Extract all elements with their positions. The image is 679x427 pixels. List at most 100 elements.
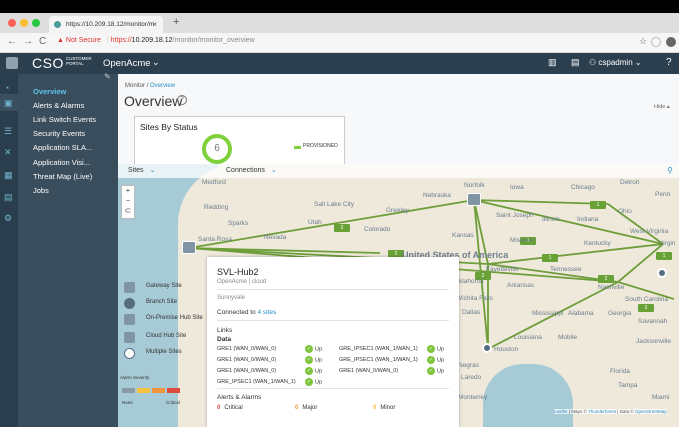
map-label: Nevada — [264, 234, 287, 241]
new-tab-button[interactable]: + — [173, 16, 179, 28]
bar-chart-icon[interactable]: ▥ — [548, 57, 557, 68]
reload-icon[interactable]: C — [39, 36, 46, 47]
user-menu[interactable]: ⚇ cspadmin ⌄ — [589, 58, 642, 67]
map-label: Florida — [610, 368, 630, 375]
legend-gateway-label: Gateway Site — [146, 283, 182, 289]
back-icon[interactable]: ← — [7, 36, 17, 47]
url-field[interactable]: ▲ Not Secure | https://10.209.18.12/moni… — [57, 37, 255, 44]
reset-view-icon[interactable]: ⊂ — [122, 206, 134, 216]
sidebar: Overview Alerts & Alarms › Link Switch E… — [18, 74, 125, 427]
attribution-sep2: | Data © — [617, 409, 634, 414]
legend-cloud: Cloud Hub Site — [120, 332, 210, 346]
sdwan-icon[interactable]: ✕ — [4, 147, 12, 158]
configuration-icon[interactable]: ▦ — [4, 170, 13, 181]
major-count: 0 — [295, 405, 299, 411]
zoom-out-button[interactable]: − — [122, 196, 134, 206]
forward-icon[interactable]: → — [23, 36, 33, 47]
url-host: 10.209.18.12 — [131, 37, 173, 44]
devices-icon[interactable]: ☰ — [4, 126, 12, 137]
sites-donut[interactable]: 6 — [202, 134, 232, 164]
link-badge[interactable]: 1 — [542, 254, 558, 262]
sites-dropdown[interactable]: Sites ⌄ — [128, 166, 155, 174]
dashboard-icon[interactable]: ◔ — [4, 83, 9, 93]
minimize-window-button[interactable] — [20, 19, 28, 27]
map-search-icon[interactable]: ⚲ — [667, 166, 673, 175]
link-badge[interactable]: 2 — [638, 304, 654, 312]
page-title: Overview — [124, 93, 183, 109]
link-badge[interactable]: 2 — [334, 224, 350, 232]
sidebar-item-alerts[interactable]: Alerts & Alarms — [33, 101, 84, 110]
map-label: Dallas — [462, 309, 481, 316]
user-icon: ⚇ — [589, 58, 599, 67]
hide-toggle[interactable]: Hide ▴ — [654, 104, 670, 110]
monitor-icon[interactable]: ▣ — [4, 98, 13, 109]
link-badge[interactable]: 1 — [590, 201, 606, 209]
sidebar-item-threat-map[interactable]: Threat Map (Live) — [33, 172, 92, 181]
link-badge[interactable]: 1 — [656, 252, 672, 260]
profile-icon[interactable] — [666, 37, 676, 47]
leaflet-link[interactable]: Leaflet — [554, 409, 568, 414]
link-name: GRE1 (WAN_0/WAN_0) — [217, 368, 277, 375]
link-row: GRE_IPSEC1 (WAN_1/WAN_1) ✓ Up — [339, 356, 444, 364]
map-label: Jacksonville — [636, 338, 672, 345]
extension-icon[interactable] — [651, 37, 661, 47]
minor-label: Minor — [380, 405, 396, 411]
tab-title: https://10.209.18.12/monitor/m — [66, 21, 155, 28]
connected-sites-link[interactable]: 4 sites — [257, 309, 276, 316]
map-label: Norfolk — [464, 182, 485, 189]
browser-tab[interactable]: https://10.209.18.12/monitor/m × — [49, 16, 163, 33]
link-row: GRE1 (WAN_0/WAN_0) ✓ Up — [217, 367, 322, 375]
map-label: Detroit — [620, 179, 640, 186]
cso-logo-text: CSO — [32, 55, 64, 71]
warning-icon: ▲ — [57, 37, 64, 44]
notes-icon[interactable]: ▤ — [571, 57, 580, 68]
link-badge[interactable]: 2 — [598, 275, 614, 283]
map-label: Louisiana — [514, 334, 542, 341]
map-label: Miami — [652, 394, 670, 401]
close-window-button[interactable] — [8, 19, 16, 27]
map-label: Salt Lake City — [314, 201, 355, 208]
app-logo-icon — [6, 57, 18, 69]
branch-site-marker-houston[interactable] — [482, 343, 492, 353]
gateway-hub-marker-central[interactable] — [467, 193, 481, 206]
tenant-chevron-down-icon[interactable]: ⌄ — [152, 57, 160, 68]
divider — [217, 289, 449, 290]
map-label: Chicago — [571, 184, 595, 191]
popup-title: SVL-Hub2 — [217, 267, 259, 277]
status-ok-icon: ✓ — [427, 367, 435, 375]
gateway-hub-marker-west[interactable] — [182, 241, 196, 254]
sidebar-item-jobs[interactable]: Jobs — [33, 186, 49, 195]
bookmark-star-icon[interactable]: ☆ — [639, 36, 647, 47]
tenant-selector[interactable]: OpenAcme — [103, 58, 151, 69]
link-name: GRE1 (WAN_0/WAN_0) — [217, 357, 277, 364]
connections-dropdown-label: Connections — [226, 167, 265, 174]
branch-site-marker-southeast[interactable] — [657, 268, 667, 278]
thunderforest-link[interactable]: Thunderforest — [588, 409, 616, 414]
status-ok-icon: ✓ — [305, 345, 313, 353]
maximize-window-button[interactable] — [32, 19, 40, 27]
sidebar-item-security-events[interactable]: Security Events — [33, 129, 85, 138]
severity-critical-swatch — [167, 388, 180, 393]
legend-branch-label: Branch Site — [146, 299, 178, 305]
help-icon[interactable]: ? — [666, 57, 672, 68]
map-label: Colorado — [364, 226, 391, 233]
map-label: Mobile — [558, 334, 578, 341]
map-label: Mississippi — [532, 310, 564, 317]
icon-rail: ◔ ▣ ☰ ✕ ▦ ▤ ⚙ — [0, 74, 18, 427]
site-popup: SVL-Hub2 OpenAcme | cloud Sunnyvale Conn… — [207, 257, 459, 427]
breadcrumb-monitor[interactable]: Monitor — [125, 83, 145, 89]
pin-icon[interactable]: ✎ — [104, 72, 111, 81]
sidebar-item-app-sla[interactable]: Application SLA... — [33, 143, 92, 152]
alarms-heading: Alerts & Alarms — [217, 394, 262, 401]
connections-dropdown[interactable]: Connections ⌄ — [226, 166, 277, 174]
osm-link[interactable]: OpenStreetMap — [635, 409, 667, 414]
sidebar-item-app-visibility[interactable]: Application Visi... — [33, 158, 90, 167]
status-ok-icon: ✓ — [427, 345, 435, 353]
help-circle-icon[interactable]: ? — [177, 95, 187, 105]
sidebar-item-link-switch[interactable]: Link Switch Events — [33, 115, 96, 124]
settings-icon[interactable]: ⚙ — [4, 213, 12, 224]
zoom-in-button[interactable]: + — [122, 186, 134, 196]
reports-icon[interactable]: ▤ — [4, 192, 13, 203]
tab-close-icon[interactable]: × — [152, 20, 157, 29]
sidebar-item-overview[interactable]: Overview — [33, 87, 66, 96]
